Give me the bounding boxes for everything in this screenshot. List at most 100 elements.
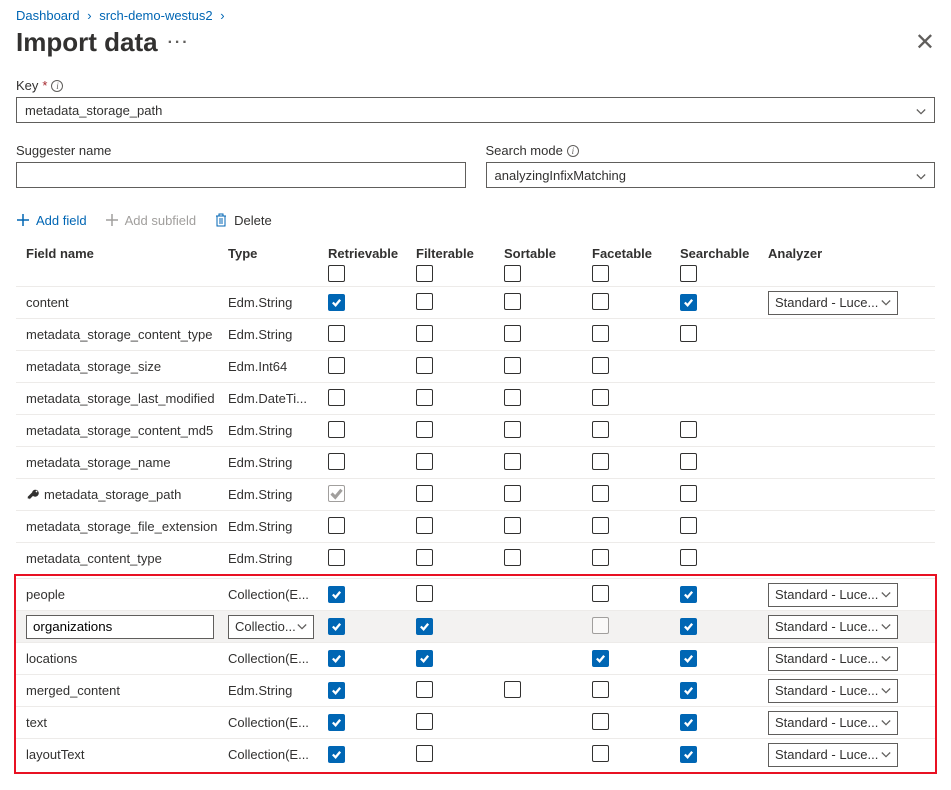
checkbox[interactable] [416,357,433,374]
table-row[interactable]: textCollection(E...Standard - Luce... [16,706,935,738]
table-row[interactable]: metadata_storage_content_md5Edm.String [16,414,935,446]
table-row[interactable]: metadata_storage_last_modifiedEdm.DateTi… [16,382,935,414]
more-icon[interactable]: ··· [168,34,190,52]
checkbox[interactable] [680,517,697,534]
checkbox[interactable] [680,325,697,342]
checkbox[interactable] [328,294,345,311]
table-row[interactable]: merged_contentEdm.StringStandard - Luce.… [16,674,935,706]
checkbox[interactable] [416,293,433,310]
field-name-input[interactable] [26,615,214,639]
field-name[interactable]: people [26,587,65,602]
analyzer-select[interactable]: Standard - Luce... [768,679,898,703]
checkbox[interactable] [416,389,433,406]
checkbox[interactable] [592,421,609,438]
analyzer-select[interactable]: Standard - Luce... [768,647,898,671]
info-icon[interactable]: i [51,80,63,92]
close-icon[interactable]: ✕ [915,28,935,57]
checkbox[interactable] [680,294,697,311]
checkbox[interactable] [592,681,609,698]
checkbox[interactable] [592,713,609,730]
checkbox[interactable] [416,650,433,667]
checkbox[interactable] [592,617,609,634]
checkbox[interactable] [416,713,433,730]
checkbox[interactable] [416,745,433,762]
checkbox[interactable] [504,681,521,698]
checkbox[interactable] [416,485,433,502]
checkbox[interactable] [504,357,521,374]
checkbox[interactable] [416,517,433,534]
checkbox[interactable] [328,746,345,763]
select-all-filterable[interactable] [416,265,433,282]
table-row[interactable]: metadata_storage_nameEdm.String [16,446,935,478]
select-all-searchable[interactable] [680,265,697,282]
checkbox[interactable] [328,485,345,502]
select-all-retrievable[interactable] [328,265,345,282]
checkbox[interactable] [504,517,521,534]
checkbox[interactable] [328,714,345,731]
checkbox[interactable] [416,549,433,566]
checkbox[interactable] [328,325,345,342]
checkbox[interactable] [504,325,521,342]
checkbox[interactable] [592,357,609,374]
checkbox[interactable] [328,357,345,374]
checkbox[interactable] [680,650,697,667]
select-all-sortable[interactable] [504,265,521,282]
checkbox[interactable] [504,485,521,502]
type-select[interactable]: Collectio... [228,615,314,639]
checkbox[interactable] [592,650,609,667]
field-name[interactable]: metadata_storage_path [44,487,181,502]
checkbox[interactable] [504,549,521,566]
checkbox[interactable] [328,453,345,470]
select-all-facetable[interactable] [592,265,609,282]
add-field-button[interactable]: Add field [16,213,87,228]
field-name[interactable]: metadata_storage_last_modified [26,391,215,406]
checkbox[interactable] [504,293,521,310]
table-row[interactable]: locationsCollection(E...Standard - Luce.… [16,642,935,674]
checkbox[interactable] [592,453,609,470]
analyzer-select[interactable]: Standard - Luce... [768,615,898,639]
checkbox[interactable] [416,618,433,635]
checkbox[interactable] [680,682,697,699]
analyzer-select[interactable]: Standard - Luce... [768,711,898,735]
checkbox[interactable] [504,421,521,438]
checkbox[interactable] [592,389,609,406]
checkbox[interactable] [680,421,697,438]
table-row[interactable]: metadata_storage_sizeEdm.Int64 [16,350,935,382]
checkbox[interactable] [504,453,521,470]
checkbox[interactable] [680,485,697,502]
checkbox[interactable] [504,389,521,406]
analyzer-select[interactable]: Standard - Luce... [768,291,898,315]
table-row[interactable]: contentEdm.StringStandard - Luce... [16,286,935,318]
checkbox[interactable] [328,586,345,603]
table-row[interactable]: peopleCollection(E...Standard - Luce... [16,578,935,610]
checkbox[interactable] [680,586,697,603]
field-name[interactable]: metadata_storage_file_extension [26,519,218,534]
checkbox[interactable] [592,293,609,310]
field-name[interactable]: content [26,295,69,310]
field-name[interactable]: metadata_content_type [26,551,162,566]
checkbox[interactable] [416,681,433,698]
searchmode-select[interactable]: analyzingInfixMatching [486,162,936,188]
checkbox[interactable] [680,618,697,635]
checkbox[interactable] [592,325,609,342]
breadcrumb-link[interactable]: srch-demo-westus2 [99,8,212,23]
suggester-input[interactable] [16,162,466,188]
analyzer-select[interactable]: Standard - Luce... [768,743,898,767]
checkbox[interactable] [680,714,697,731]
table-row[interactable]: metadata_storage_pathEdm.String [16,478,935,510]
checkbox[interactable] [328,421,345,438]
checkbox[interactable] [592,517,609,534]
table-row[interactable]: metadata_storage_file_extensionEdm.Strin… [16,510,935,542]
table-row[interactable]: layoutTextCollection(E...Standard - Luce… [16,738,935,770]
checkbox[interactable] [592,549,609,566]
table-row[interactable]: metadata_content_typeEdm.String [16,542,935,574]
field-name[interactable]: layoutText [26,747,85,762]
info-icon[interactable]: i [567,145,579,157]
checkbox[interactable] [416,421,433,438]
checkbox[interactable] [328,389,345,406]
checkbox[interactable] [328,682,345,699]
checkbox[interactable] [680,746,697,763]
field-name[interactable]: metadata_storage_content_type [26,327,212,342]
delete-button[interactable]: Delete [214,212,272,228]
checkbox[interactable] [328,549,345,566]
